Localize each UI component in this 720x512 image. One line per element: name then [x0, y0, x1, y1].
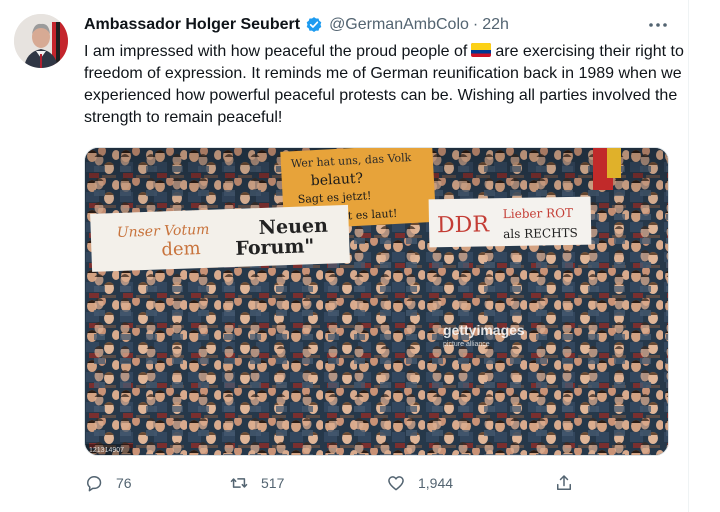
like-button[interactable]: 1,944 — [386, 471, 453, 495]
author-handle[interactable]: @GermanAmbColo — [329, 16, 469, 34]
avatar-portrait — [14, 14, 68, 68]
sign-center-line2: belaut? — [310, 171, 363, 190]
reply-icon — [87, 476, 102, 492]
tweet-actions: 76 517 1,944 — [84, 471, 667, 495]
share-button[interactable] — [554, 471, 574, 495]
sign-left-line3: dem — [161, 238, 201, 260]
image-id-label: 121314907 — [89, 447, 124, 454]
timeline-divider — [688, 0, 689, 512]
reply-button[interactable]: 76 — [84, 471, 132, 495]
heart-icon — [388, 476, 404, 491]
colombia-flag-icon — [471, 43, 492, 57]
retweet-button[interactable]: 517 — [229, 471, 284, 495]
tweet-text-part-1: I am impressed with how peaceful the pro… — [84, 43, 468, 60]
reply-count: 76 — [116, 475, 132, 491]
share-icon — [557, 475, 571, 490]
retweet-icon — [230, 478, 248, 488]
tweet-media-photo[interactable]: Wer hat uns, das Volk belaut? Sagt es je… — [84, 147, 669, 456]
retweet-count: 517 — [261, 475, 285, 491]
sign-right-line1: DDR — [437, 212, 491, 238]
protest-crowd-photo: Wer hat uns, das Volk belaut? Sagt es je… — [85, 148, 668, 455]
more-options-icon[interactable] — [646, 16, 670, 34]
sign-right-line2: Lieber ROT — [503, 206, 573, 221]
verified-badge-icon — [306, 17, 322, 33]
sign-right-line3: als RECHTS — [503, 226, 578, 241]
tweet-timestamp[interactable]: 22h — [482, 16, 509, 34]
like-count: 1,944 — [418, 475, 454, 491]
avatar[interactable] — [14, 14, 68, 68]
tweet-header: Ambassador Holger Seubert @GermanAmbColo… — [84, 13, 509, 37]
tweet-card: Ambassador Holger Seubert @GermanAmbColo… — [0, 0, 720, 512]
header-separator: · — [472, 16, 479, 33]
yellow-flag — [607, 148, 621, 178]
tweet-text: I am impressed with how peaceful the pro… — [84, 41, 684, 129]
author-name[interactable]: Ambassador Holger Seubert — [84, 16, 300, 34]
watermark-credit: picture alliance — [443, 341, 490, 348]
protest-banner-right: DDR Lieber ROT als RECHTS — [428, 196, 592, 248]
protest-banner-left: Unser Votum Neuen dem Forum" — [90, 204, 350, 272]
sign-left-line4: Forum" — [235, 235, 315, 260]
watermark-logo: gettyimages — [443, 322, 525, 338]
